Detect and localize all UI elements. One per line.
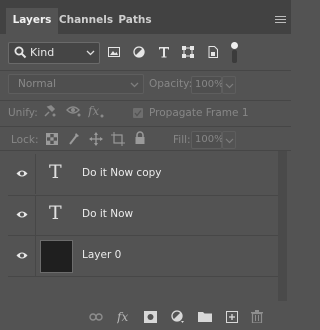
- blend-mode-value: Normal: [18, 78, 56, 90]
- lock-image-pixels-icon[interactable]: [67, 132, 81, 146]
- opacity-value: 100%: [195, 79, 224, 90]
- shape-layer-filter-icon[interactable]: [182, 46, 194, 58]
- pixel-layer-filter-icon[interactable]: [108, 46, 120, 58]
- svg-text:fx: fx: [117, 310, 128, 324]
- eye-icon: [16, 211, 28, 218]
- new-layer-icon[interactable]: [226, 311, 238, 323]
- divider: [0, 70, 291, 71]
- lock-artboard-icon[interactable]: [111, 132, 125, 146]
- fill-field[interactable]: 100%: [191, 131, 236, 149]
- layer-thumbnail: [40, 240, 73, 273]
- opacity-label: Opacity:: [149, 78, 193, 90]
- tab-paths[interactable]: Paths: [116, 8, 154, 34]
- text-layer-thumbnail: T: [40, 199, 73, 232]
- layers-footer: fx: [0, 304, 291, 330]
- filter-kind-label: Kind: [30, 46, 55, 59]
- visibility-toggle[interactable]: [8, 236, 36, 276]
- layer-row[interactable]: T Do it Now copy: [8, 154, 278, 194]
- chevron-down-icon: [225, 83, 234, 89]
- lock-label: Lock:: [11, 134, 39, 146]
- unify-position-icon[interactable]: [43, 104, 57, 118]
- adjustment-icon[interactable]: [171, 310, 185, 324]
- layer-row[interactable]: T Do it Now: [8, 195, 278, 235]
- divider: [0, 100, 291, 101]
- divider: [0, 126, 291, 127]
- fill-value: 100%: [195, 134, 224, 145]
- propagate-frame-checkbox[interactable]: [133, 108, 143, 118]
- fx-icon[interactable]: fx: [117, 310, 131, 324]
- visibility-toggle[interactable]: [8, 195, 36, 235]
- chevron-down-icon: [130, 82, 139, 88]
- unify-label: Unify:: [8, 107, 38, 119]
- svg-text:fx: fx: [88, 104, 99, 118]
- unify-visibility-icon[interactable]: [66, 104, 82, 118]
- eye-icon: [16, 170, 28, 177]
- type-layer-filter-icon[interactable]: [158, 46, 170, 58]
- lock-transparent-pixels-icon[interactable]: [46, 133, 58, 145]
- trash-icon[interactable]: [251, 310, 263, 323]
- fill-dropdown[interactable]: [222, 131, 236, 149]
- layer-row[interactable]: Layer 0: [8, 236, 278, 276]
- visibility-toggle[interactable]: [8, 154, 36, 194]
- layers-scrollbar[interactable]: [278, 151, 287, 301]
- text-layer-thumbnail: T: [40, 158, 73, 191]
- layers-panel: Layers Channels Paths Kind Normal Opacit…: [0, 0, 291, 330]
- layer-name[interactable]: Do it Now copy: [82, 167, 162, 179]
- type-icon: T: [49, 202, 62, 224]
- tab-channels[interactable]: Channels: [58, 8, 114, 34]
- folder-icon[interactable]: [198, 311, 212, 322]
- opacity-field[interactable]: 100%: [191, 76, 236, 94]
- divider: [8, 276, 278, 277]
- check-icon: [134, 110, 142, 117]
- chevron-down-icon: [225, 138, 234, 144]
- smart-object-filter-icon[interactable]: [207, 46, 219, 58]
- layer-name[interactable]: Do it Now: [82, 208, 133, 220]
- blend-mode-select[interactable]: Normal: [8, 74, 144, 94]
- lock-all-icon[interactable]: [134, 131, 146, 145]
- filter-toggle[interactable]: [231, 42, 238, 64]
- tab-layers[interactable]: Layers: [6, 8, 58, 34]
- lock-position-icon[interactable]: [89, 132, 103, 146]
- mask-icon[interactable]: [144, 311, 157, 323]
- divider: [0, 150, 291, 151]
- propagate-frame-label: Propagate Frame 1: [149, 107, 249, 119]
- layer-name[interactable]: Layer 0: [82, 249, 121, 261]
- link-icon[interactable]: [89, 312, 103, 322]
- type-icon: T: [49, 161, 62, 183]
- adjustment-layer-filter-icon[interactable]: [133, 46, 145, 58]
- opacity-dropdown[interactable]: [222, 76, 236, 94]
- chevron-down-icon: [86, 50, 95, 56]
- search-icon: [14, 46, 27, 59]
- eye-icon: [16, 252, 28, 259]
- panel-menu-icon[interactable]: [275, 16, 286, 24]
- fill-label: Fill:: [173, 134, 191, 146]
- unify-style-icon[interactable]: fx: [88, 103, 104, 119]
- panel-tab-bar: Layers Channels Paths: [0, 0, 291, 34]
- filter-kind-select[interactable]: Kind: [8, 42, 100, 64]
